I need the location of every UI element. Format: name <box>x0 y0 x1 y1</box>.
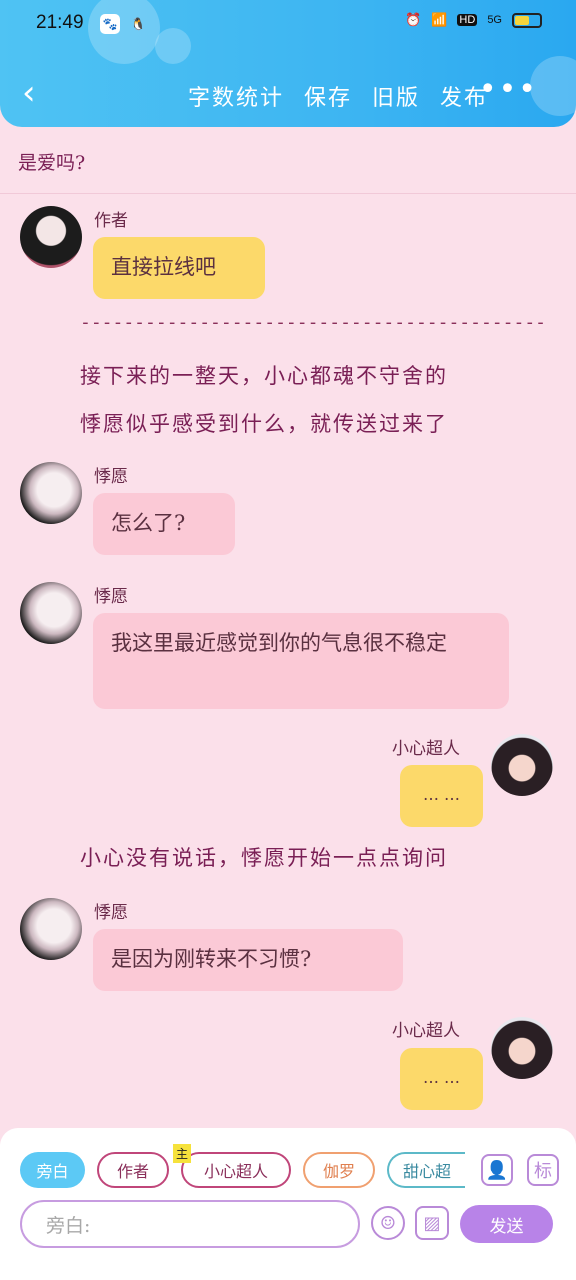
status-icons: ⏰ 📶 HD 5G <box>405 12 542 28</box>
message-bubble[interactable]: 怎么了? <box>93 493 235 555</box>
baidu-icon: 🐾 <box>100 14 120 34</box>
role-chip-label: 小心超人 <box>203 1162 268 1181</box>
avatar[interactable] <box>20 206 82 268</box>
chevron-left-icon[interactable]: ‹ <box>22 76 36 110</box>
main-role-badge: 主 <box>173 1144 192 1163</box>
avatar[interactable] <box>20 898 82 960</box>
message-bubble[interactable]: … … <box>400 765 483 827</box>
word-count-button[interactable]: 字数统计 <box>188 80 284 112</box>
emoji-icon[interactable]: ☺ <box>371 1206 405 1240</box>
image-icon[interactable]: ▨ <box>415 1206 449 1240</box>
role-chip-tianxin[interactable]: 甜心超 <box>387 1152 465 1188</box>
battery-icon <box>512 12 542 28</box>
status-app-icons: 🐾 🐧 <box>100 14 148 34</box>
message-bubble[interactable]: 直接拉线吧 <box>93 237 265 299</box>
dash-separator: ----------------------------------------… <box>80 312 546 333</box>
avatar[interactable] <box>20 462 82 524</box>
top-header: 21:49 🐾 🐧 ⏰ 📶 HD 5G ‹ 字数统计 保存 旧版 发布 ••• <box>0 0 576 127</box>
role-chip-jialuo[interactable]: 伽罗 <box>303 1152 375 1188</box>
wifi-icon: 📶 <box>431 12 448 27</box>
narration-text[interactable]: 小心没有说话，悸愿开始一点点询问 <box>80 840 448 876</box>
message-bubble[interactable]: … … <box>400 1048 483 1110</box>
mark-icon[interactable]: 标 <box>527 1154 559 1186</box>
sender-name: 悸愿 <box>94 587 128 607</box>
avatar[interactable] <box>491 734 553 796</box>
save-button[interactable]: 保存 <box>304 80 352 112</box>
previous-text: 是爱吗? <box>18 152 86 174</box>
sender-name: 小心超人 <box>392 1021 460 1041</box>
role-chip-xiaoxin[interactable]: 主 小心超人 <box>173 1144 291 1188</box>
status-time: 21:49 <box>36 12 84 33</box>
composer: 旁白 作者 主 小心超人 伽罗 甜心超 👤 标 旁白: ☺ ▨ 发送 <box>0 1128 576 1280</box>
nav-actions: 字数统计 保存 旧版 发布 <box>188 80 488 112</box>
avatar[interactable] <box>491 1017 553 1079</box>
qq-icon: 🐧 <box>130 17 146 31</box>
user-profile-icon[interactable]: 👤 <box>481 1154 513 1186</box>
decor-bubble <box>155 28 191 64</box>
sender-name: 悸愿 <box>94 467 128 487</box>
message-input[interactable]: 旁白: <box>20 1200 360 1248</box>
signal-icon: 5G <box>487 14 502 26</box>
message-bubble[interactable]: 我这里最近感觉到你的气息很不稳定 <box>93 613 509 709</box>
send-button[interactable]: 发送 <box>460 1205 553 1243</box>
avatar[interactable] <box>20 582 82 644</box>
old-version-button[interactable]: 旧版 <box>372 80 420 112</box>
sender-name: 小心超人 <box>392 739 460 759</box>
message-bubble[interactable]: 是因为刚转来不习惯? <box>93 929 403 991</box>
hd-icon: HD <box>457 14 478 26</box>
narration-text[interactable]: 悸愿似乎感受到什么，就传送过来了 <box>80 406 448 442</box>
role-chip-author[interactable]: 作者 <box>97 1152 169 1188</box>
nav-bar: ‹ 字数统计 保存 旧版 发布 ••• <box>0 70 576 120</box>
divider <box>0 193 576 194</box>
role-chips: 旁白 作者 主 小心超人 伽罗 甜心超 <box>20 1144 465 1188</box>
role-chip-narrator[interactable]: 旁白 <box>20 1152 85 1188</box>
more-icon[interactable]: ••• <box>479 72 538 107</box>
sender-name: 作者 <box>94 211 128 231</box>
sender-name: 悸愿 <box>94 903 128 923</box>
alarm-icon: ⏰ <box>405 12 422 27</box>
narration-text[interactable]: 接下来的一整天，小心都魂不守舍的 <box>80 358 448 394</box>
